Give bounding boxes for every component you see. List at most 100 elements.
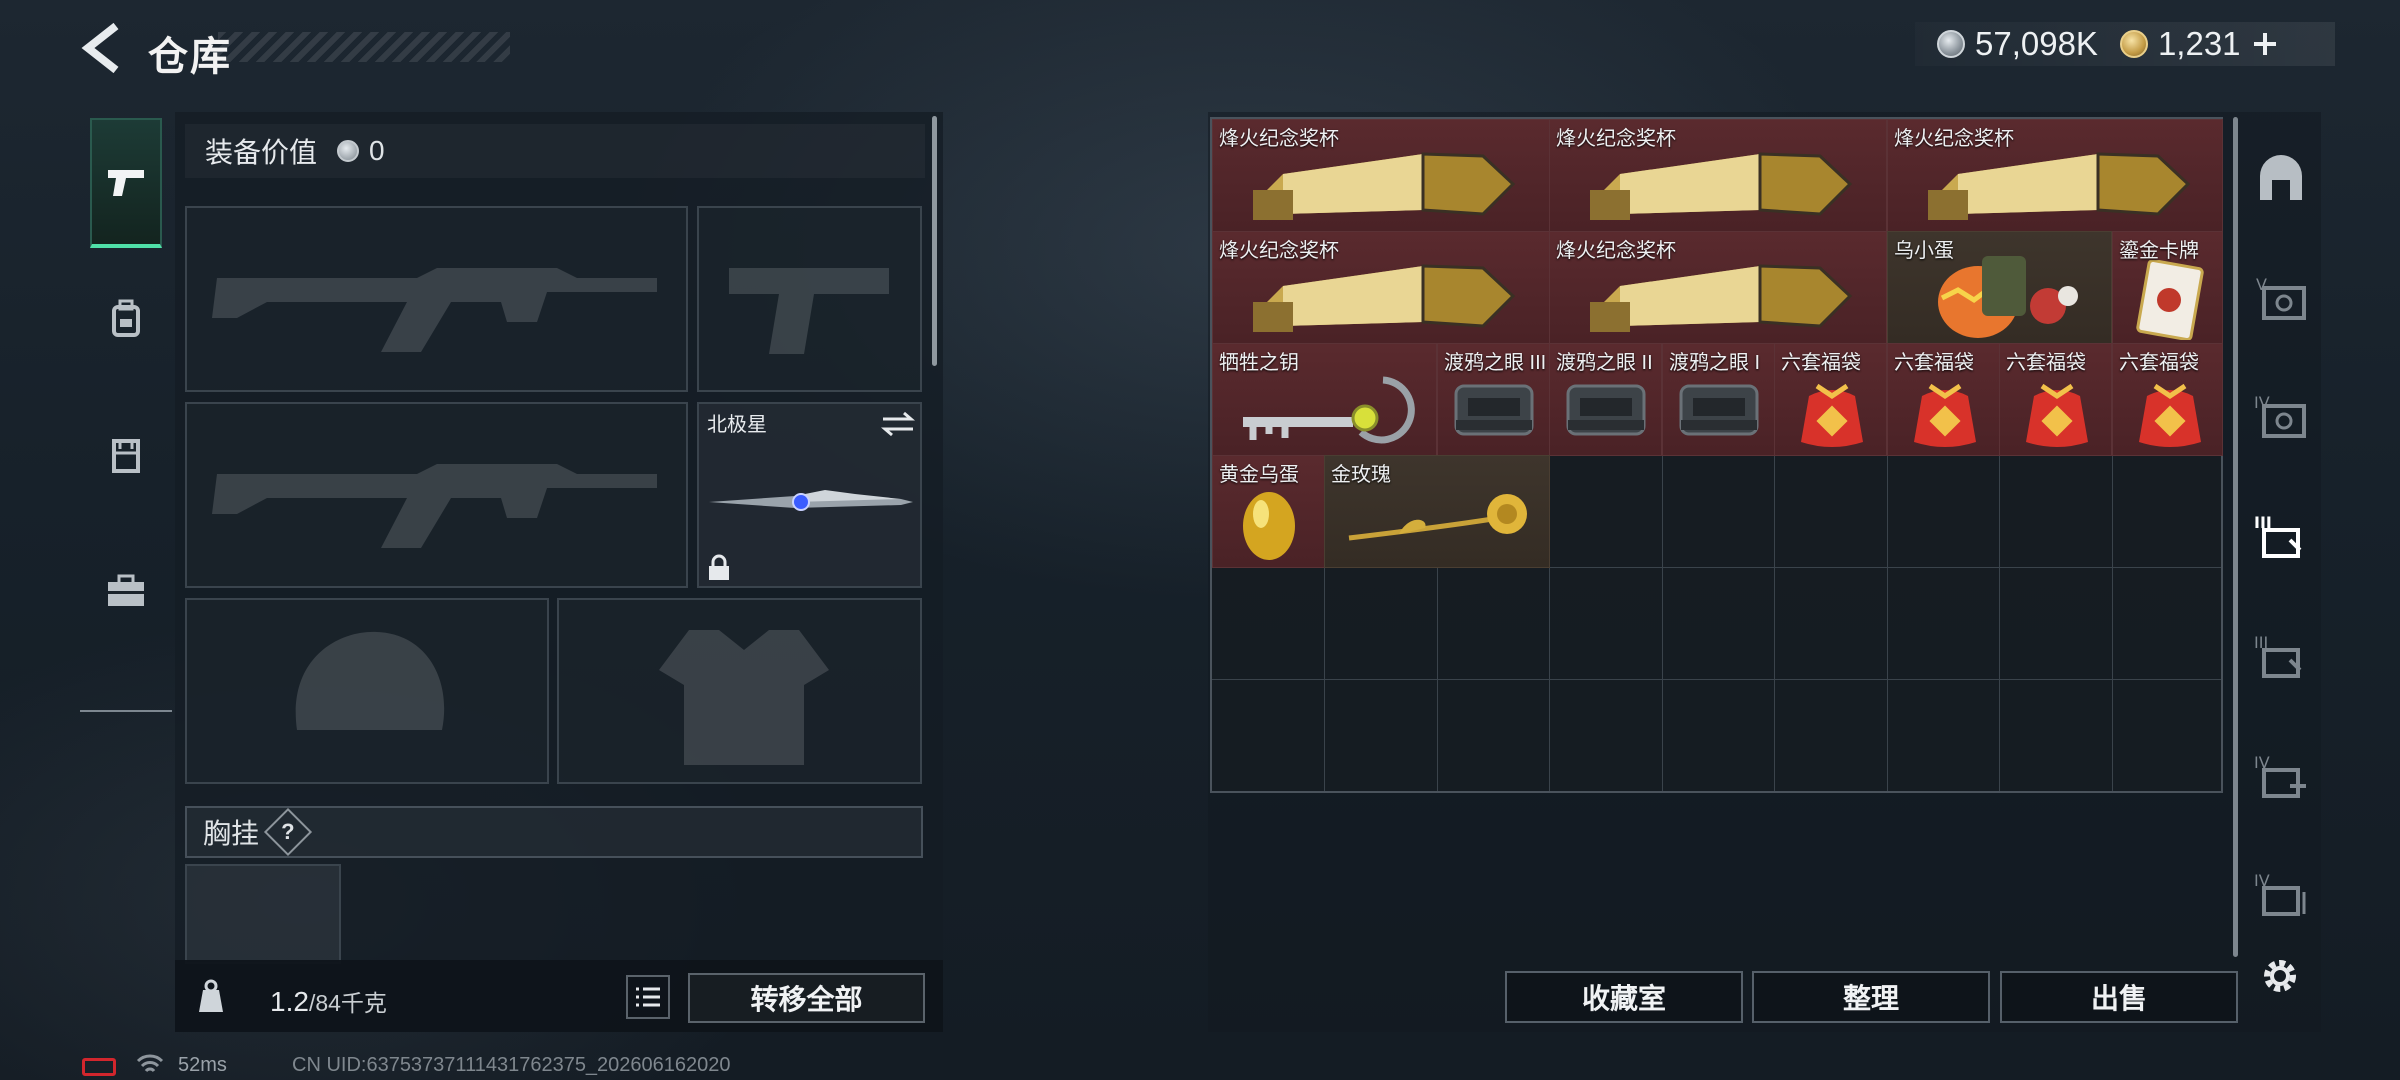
weight-readout: 1.2/84千克 — [270, 984, 387, 1018]
list-icon — [636, 987, 660, 1007]
uid-readout: CN UID:637537371114317623​75_20260616202… — [292, 1054, 731, 1076]
item-name: 乌小蛋 — [1894, 240, 1954, 262]
pistol-icon — [108, 170, 144, 196]
sort-button[interactable]: 整理 — [1752, 971, 1990, 1023]
lucky-bag-icon — [2026, 383, 2088, 447]
title-decoration — [218, 32, 510, 62]
equipment-scrollbar[interactable] — [932, 116, 937, 366]
list-view-button[interactable] — [626, 975, 670, 1019]
storage-tab-iv-list-icon[interactable]: IV — [2254, 868, 2308, 922]
item-name: 烽火纪念奖杯 — [1219, 128, 1339, 150]
battery-icon — [82, 1058, 116, 1076]
key-icon — [1243, 376, 1415, 444]
item-name: 渡鸦之眼 II — [1556, 352, 1653, 374]
safe-icon[interactable] — [2254, 152, 2308, 206]
lucky-bag-icon — [2139, 383, 2201, 447]
armor-silhouette-icon — [659, 630, 829, 765]
category-tabs — [80, 110, 172, 712]
rifle-silhouette-icon — [212, 464, 657, 548]
gold-coin-icon — [2119, 30, 2148, 58]
weight-current: 1.2 — [270, 986, 309, 1017]
item-trophy[interactable]: 烽火纪念奖杯 — [1212, 119, 1550, 232]
tab-backpack[interactable] — [90, 254, 162, 384]
weight-icon — [199, 979, 223, 1012]
melee-name: 北极星 — [707, 414, 767, 436]
helmet-slot[interactable] — [185, 598, 549, 784]
item-name: 烽火纪念奖杯 — [1219, 240, 1339, 262]
tab-weapons[interactable] — [90, 118, 162, 248]
chest-rig-label: 胸挂 — [203, 818, 260, 849]
weight-max: /84千克 — [308, 990, 387, 1016]
item-lucky-bag[interactable]: 六套福袋 — [1774, 343, 1887, 456]
secondary-weapon-slot[interactable] — [185, 402, 688, 588]
swap-icon[interactable] — [881, 410, 915, 438]
item-trophy[interactable]: 烽火纪念奖杯 — [1212, 231, 1550, 344]
collection-room-button[interactable]: 收藏室 — [1505, 971, 1743, 1023]
item-lucky-bag[interactable]: 六套福袋 — [1887, 343, 2000, 456]
armor-slot[interactable] — [557, 598, 922, 784]
item-raven-eye[interactable]: 渡鸦之眼 I — [1662, 343, 1775, 456]
storage-tab-iv-add-icon[interactable]: IV — [2254, 750, 2308, 804]
item-golden-rose[interactable]: 金玫瑰 — [1324, 455, 1550, 568]
equipment-value-bar: 装备价值 0 — [185, 124, 925, 178]
item-name: 六套福袋 — [1894, 352, 1974, 374]
transfer-all-button[interactable]: 转移全部 — [688, 973, 925, 1023]
item-lucky-bag[interactable]: 六套福袋 — [2112, 343, 2223, 456]
chest-rig-bar: 胸挂 ? — [185, 806, 923, 858]
item-trophy[interactable]: 烽火纪念奖杯 — [1549, 119, 1887, 232]
item-gilded-card[interactable]: 鎏金卡牌 — [2112, 231, 2223, 344]
item-trophy[interactable]: 烽火纪念奖杯 — [1887, 119, 2223, 232]
storage-tab-v-icon[interactable]: V — [2254, 272, 2308, 326]
storage-tabs: V IV III III IV IV — [2240, 112, 2321, 1032]
item-name: 渡鸦之眼 III — [1444, 352, 1547, 374]
item-name: 黄金乌蛋 — [1219, 464, 1299, 486]
item-name: 牺牲之钥 — [1219, 352, 1299, 374]
grid-scrollbar[interactable] — [2233, 117, 2238, 957]
currency-bar: 57,098K 1,231 — [1915, 22, 2335, 66]
item-name: 六套福袋 — [1781, 352, 1861, 374]
item-trophy[interactable]: 烽火纪念奖杯 — [1549, 231, 1887, 344]
rifle-silhouette-icon — [212, 268, 657, 352]
ping-readout: 52ms — [178, 1054, 227, 1076]
gear-icon[interactable] — [2258, 954, 2302, 998]
svg-text:IV: IV — [2254, 393, 2270, 412]
lock-icon — [709, 554, 729, 580]
card-icon — [2136, 260, 2204, 340]
chest-rig-slot[interactable] — [185, 864, 341, 964]
help-icon[interactable]: ? — [263, 807, 313, 857]
item-golden-egg[interactable]: 黄金乌蛋 — [1212, 455, 1325, 568]
storage-grid[interactable]: 烽火纪念奖杯 烽火纪念奖杯 烽火纪念奖杯 烽火纪念奖杯 烽火纪念奖杯 乌小蛋 鎏… — [1210, 117, 2223, 793]
vest-icon — [112, 439, 140, 473]
device-icon — [1679, 384, 1759, 436]
plus-icon[interactable] — [2251, 30, 2279, 58]
tab-tools[interactable] — [90, 526, 162, 656]
primary-weapon-slot[interactable] — [185, 206, 688, 392]
silver-coin-icon — [337, 140, 360, 162]
item-raven-eye[interactable]: 渡鸦之眼 II — [1549, 343, 1662, 456]
melee-slot[interactable]: 北极星 — [697, 402, 922, 588]
sidearm-slot[interactable] — [697, 206, 922, 392]
item-name: 烽火纪念奖杯 — [1894, 128, 2014, 150]
item-name: 金玫瑰 — [1331, 464, 1391, 486]
toolbox-icon — [108, 574, 144, 606]
equipment-value-label: 装备价值 — [205, 137, 318, 168]
item-raven-eye[interactable]: 渡鸦之眼 III — [1437, 343, 1550, 456]
lucky-bag-icon — [1801, 383, 1863, 447]
backpack-icon — [112, 299, 140, 337]
sell-button[interactable]: 出售 — [2000, 971, 2238, 1023]
item-crow-egg[interactable]: 乌小蛋 — [1887, 231, 2112, 344]
storage-tab-iii-icon[interactable]: III — [2254, 510, 2308, 564]
item-name: 六套福袋 — [2006, 352, 2086, 374]
silver-amount: 57,098K — [1975, 25, 2098, 62]
device-icon — [1454, 384, 1534, 436]
back-arrow-icon[interactable] — [78, 22, 124, 74]
tab-vest[interactable] — [90, 390, 162, 520]
item-lucky-bag[interactable]: 六套福袋 — [1999, 343, 2112, 456]
item-sacrifice-key[interactable]: 牺牲之钥 — [1212, 343, 1437, 456]
golden-egg-icon — [1243, 492, 1295, 560]
item-name: 渡鸦之眼 I — [1669, 352, 1761, 374]
storage-tab-iii-alt-icon[interactable]: III — [2254, 630, 2308, 684]
lucky-bag-icon — [1914, 383, 1976, 447]
item-name: 六套福袋 — [2119, 352, 2199, 374]
storage-tab-iv-icon[interactable]: IV — [2254, 390, 2308, 444]
